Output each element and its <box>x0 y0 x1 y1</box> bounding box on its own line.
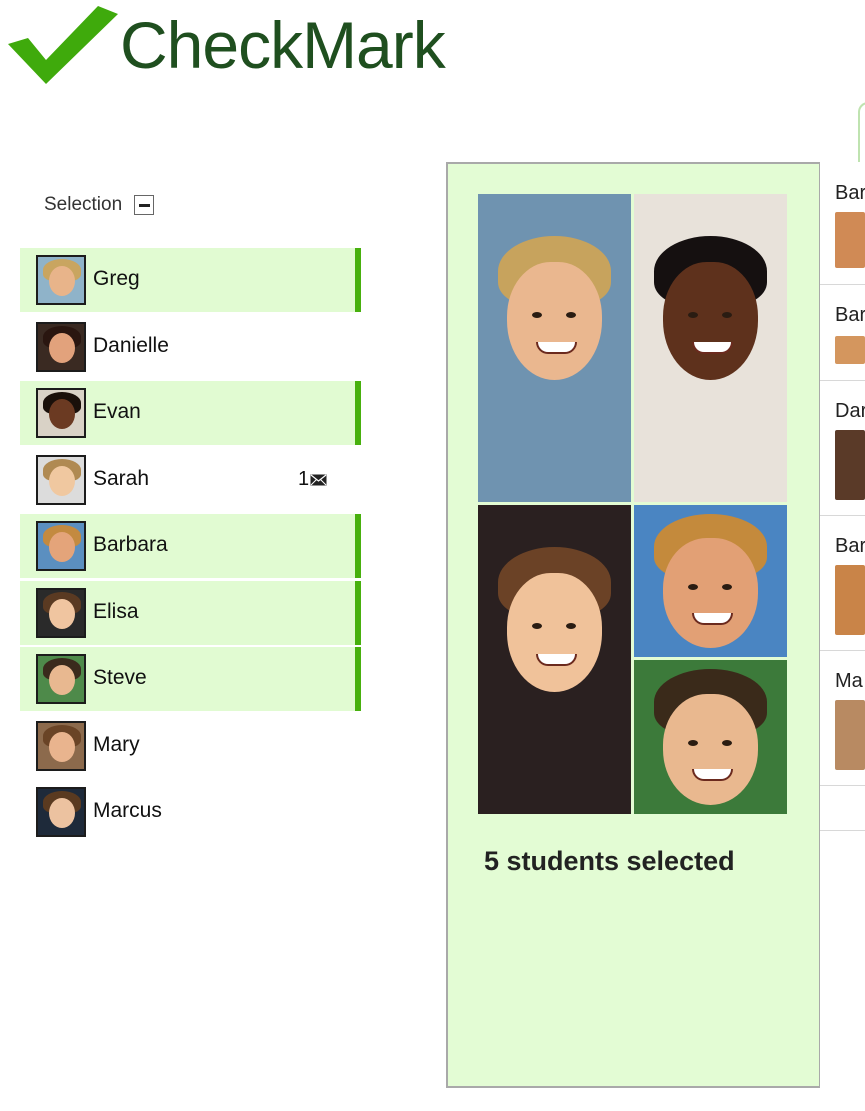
detail-row[interactable]: Ma <box>820 650 865 786</box>
detail-row[interactable]: Bar <box>820 162 865 285</box>
student-row[interactable]: Sarah 1 <box>20 448 361 512</box>
student-name: Mary <box>93 732 140 756</box>
student-name: Evan <box>93 400 141 423</box>
student-row[interactable]: Marcus <box>20 780 361 844</box>
student-row[interactable]: Barbara <box>20 514 361 578</box>
detail-row-thumbnail <box>835 336 865 364</box>
mail-count: 1 <box>298 467 310 490</box>
student-name: Sarah <box>93 466 150 490</box>
detail-row-thumbnail <box>835 565 865 635</box>
minus-box-icon[interactable] <box>134 195 155 215</box>
selection-label: Selection <box>44 194 123 215</box>
student-photo <box>634 194 787 502</box>
student-photo <box>634 505 787 657</box>
detail-row[interactable]: Bar <box>820 284 865 381</box>
student-avatar <box>36 521 86 571</box>
detail-row[interactable]: Dar <box>820 380 865 516</box>
student-name: Steve <box>93 666 147 689</box>
selection-header: Selection <box>44 192 155 218</box>
student-photo <box>634 660 787 814</box>
selected-count: 5 students selected <box>484 846 735 876</box>
student-avatar <box>36 255 86 305</box>
student-avatar <box>36 720 86 771</box>
student-avatar <box>36 388 86 438</box>
student-photo <box>478 505 631 814</box>
detail-row-thumbnail <box>835 700 865 770</box>
logo-text: CheckMark <box>120 8 446 82</box>
envelope-icon <box>310 474 327 485</box>
detail-row-name: Bar <box>835 182 865 204</box>
detail-row-name: Ma <box>835 670 863 692</box>
detail-row-name: Dar <box>835 400 865 422</box>
student-row[interactable]: Danielle <box>20 315 361 379</box>
checkmark-logo: CheckMark <box>6 4 476 88</box>
mail-badge[interactable]: 1 <box>298 468 327 491</box>
tab-edge[interactable] <box>858 102 865 162</box>
student-list: Greg Danielle Evan Sarah 1 Barbara Elisa Steve M… <box>20 248 361 847</box>
student-name: Greg <box>93 267 140 290</box>
student-avatar <box>36 587 86 638</box>
student-row[interactable]: Steve <box>20 647 361 711</box>
detail-row-name: Bar <box>835 304 865 326</box>
detail-row-thumbnail <box>835 212 865 268</box>
student-row[interactable]: Mary <box>20 714 361 778</box>
student-detail-list: Bar Bar Dar Bar Ma <box>820 162 865 1088</box>
student-photo <box>478 194 631 502</box>
detail-row-name: Bar <box>835 535 865 557</box>
checkmark-logo-icon <box>8 6 118 84</box>
student-name: Danielle <box>93 333 169 357</box>
selected-photo-collage <box>478 194 787 814</box>
student-avatar <box>36 654 86 704</box>
student-row[interactable]: Greg <box>20 248 361 312</box>
detail-row-divider <box>820 785 865 831</box>
student-avatar <box>36 321 86 372</box>
student-avatar <box>36 787 86 837</box>
student-row[interactable]: Evan <box>20 381 361 445</box>
student-avatar <box>36 454 86 505</box>
detail-row[interactable]: Bar <box>820 515 865 651</box>
student-name: Marcus <box>93 799 162 822</box>
student-name: Elisa <box>93 599 139 623</box>
student-name: Barbara <box>93 533 168 556</box>
detail-row-thumbnail <box>835 430 865 500</box>
student-row[interactable]: Elisa <box>20 580 361 645</box>
